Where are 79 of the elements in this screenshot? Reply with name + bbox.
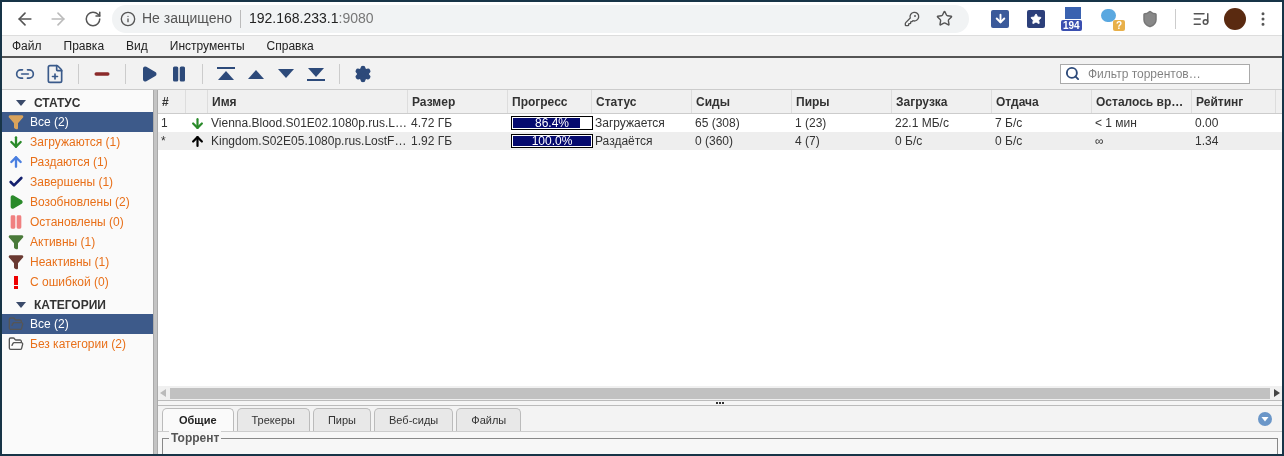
table-cell-text: * [160, 133, 167, 150]
reload-icon[interactable] [84, 9, 102, 28]
column-header[interactable]: Осталось вр… [1092, 90, 1192, 113]
table-cell-text: 4 (7) [794, 133, 821, 150]
progress-text: 100.0% [530, 135, 574, 147]
column-header[interactable]: Пиры [792, 90, 892, 113]
menu-item[interactable]: Файл [12, 37, 42, 55]
caret-icon[interactable] [16, 302, 26, 308]
menu-item[interactable]: Вид [126, 37, 148, 55]
table-cell-text: Kingdom.S02E05.1080p.rus.LostF… [210, 133, 408, 150]
table-cell-text: 7 Б/с [994, 115, 1024, 132]
table-cell-text: 22.1 МБ/с [894, 115, 950, 132]
avatar[interactable] [1224, 7, 1246, 30]
horizontal-scrollbar[interactable] [158, 386, 1282, 400]
check-icon [8, 174, 24, 190]
key-icon[interactable] [904, 10, 920, 27]
address-bar[interactable]: Не защищено 192.168.233.1:9080 [112, 4, 969, 33]
table-cell-text: 1 [160, 115, 169, 132]
search-icon [1065, 66, 1080, 81]
column-header[interactable]: Имя [208, 90, 408, 113]
speech-bubble-icon[interactable] [1101, 8, 1116, 22]
section-title: СТАТУС [34, 95, 81, 112]
table-cell-text: ∞ [1094, 133, 1105, 150]
tab[interactable]: Веб-сиды [374, 408, 454, 431]
filter-field[interactable]: Фильтр торрентов… [1060, 63, 1250, 84]
tab[interactable]: Файлы [456, 408, 522, 431]
tab[interactable]: Трекеры [236, 408, 310, 431]
column-header[interactable]: Статус [592, 90, 692, 113]
table-cell-text: 1.34 [1194, 133, 1220, 150]
table-cell-text: Vienna.Blood.S01E02.1080p.rus.L… [210, 115, 408, 132]
progress-text: 86.4% [534, 117, 570, 129]
info-icon [120, 10, 136, 27]
column-header[interactable]: Загрузка [892, 90, 992, 113]
down-arrow-icon [189, 115, 205, 131]
column-header[interactable]: Рейтинг [1192, 90, 1276, 113]
extension-badge: 194 [1061, 19, 1082, 31]
tab[interactable]: Общие [162, 408, 234, 431]
extension-icon[interactable] [1065, 6, 1081, 19]
play-icon [8, 194, 24, 210]
group-title: Торрент [169, 431, 222, 445]
filter-icon [8, 234, 24, 250]
menu-item[interactable]: Инструменты [169, 37, 245, 55]
table-cell-text: Загружается [594, 115, 666, 132]
column-header[interactable]: Размер [408, 90, 508, 113]
filter-icon [8, 254, 24, 270]
menu-item[interactable]: Справка [266, 37, 314, 55]
folder-icon [8, 336, 24, 352]
bookmark-star-icon[interactable] [936, 10, 953, 27]
table-cell-text: 4.72 ГБ [410, 115, 454, 132]
menu-item[interactable]: Правка [63, 37, 105, 55]
column-header[interactable]: Сиды [692, 90, 792, 113]
table-cell-text: Раздаётся [594, 133, 654, 150]
shield-icon[interactable] [1141, 9, 1159, 28]
column-header[interactable]: # [158, 90, 186, 113]
folder-icon [8, 316, 24, 332]
security-label: Не защищено [142, 9, 232, 28]
table-cell-text: 65 (308) [694, 115, 741, 132]
table-cell-text: < 1 мин [1094, 115, 1138, 132]
table-cell-text: 0 Б/с [994, 133, 1024, 150]
scroll-right-icon[interactable] [1274, 389, 1280, 397]
tab[interactable]: Пиры [312, 408, 371, 431]
sidebar-item[interactable]: Все (2) [2, 112, 153, 132]
filter-icon [8, 114, 24, 130]
caret-icon[interactable] [16, 100, 26, 106]
table-cell-text: 0.00 [1194, 115, 1220, 132]
section-title: КАТЕГОРИИ [34, 297, 106, 314]
extension-badge: ? [1112, 19, 1125, 31]
table-cell-text: 0 Б/с [894, 133, 924, 150]
column-header[interactable]: Отдача [992, 90, 1092, 113]
dropdown-icon[interactable] [1258, 412, 1272, 426]
star-extension-icon[interactable] [1027, 9, 1045, 28]
sidebar-item[interactable]: Все (2) [2, 314, 153, 334]
table-cell-text: 1 (23) [794, 115, 828, 132]
table-cell-text: 0 (360) [694, 133, 735, 150]
url-text: 192.168.233.1:9080 [249, 9, 374, 28]
table-cell-text: 1.92 ГБ [410, 133, 454, 150]
column-header[interactable]: Прогресс [508, 90, 592, 113]
download-extension-icon[interactable] [991, 9, 1009, 28]
pause-icon [8, 214, 24, 230]
